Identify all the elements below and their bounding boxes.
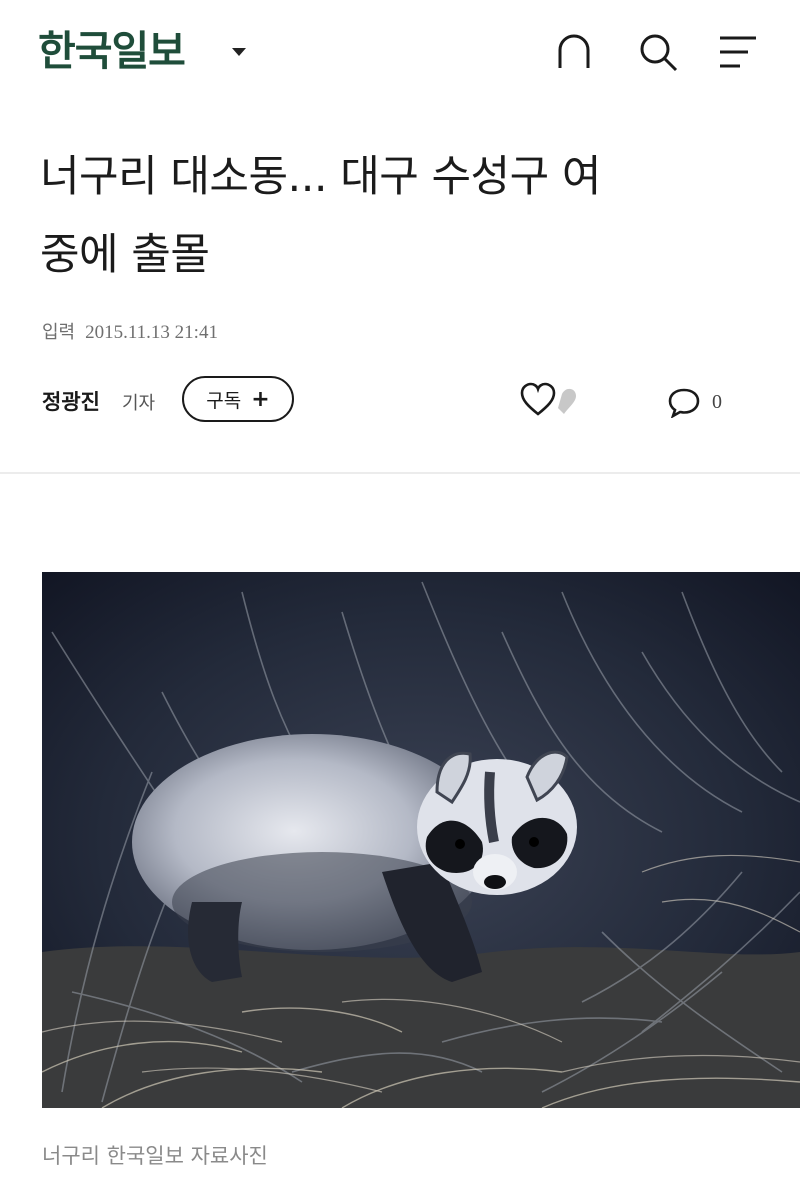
article-title-line2: 중에 출몰 bbox=[40, 230, 210, 280]
heart-icon bbox=[520, 382, 576, 416]
search-icon[interactable] bbox=[636, 30, 680, 74]
date-value: 2015.11.13 21:41 bbox=[85, 322, 218, 343]
article-title: 너구리 대소동... 대구 수성구 여 중에 출몰 bbox=[40, 138, 760, 294]
author-name[interactable]: 정광진 bbox=[42, 386, 100, 416]
comment-button[interactable]: 0 bbox=[666, 384, 722, 420]
like-button[interactable] bbox=[518, 380, 588, 420]
header-divider bbox=[0, 472, 800, 474]
date-label: 입력 bbox=[42, 322, 76, 343]
home-icon[interactable] bbox=[552, 30, 596, 74]
article-photo[interactable] bbox=[42, 572, 800, 1108]
top-bar: 한국일보 bbox=[0, 0, 800, 110]
comment-bubble-icon bbox=[668, 388, 700, 418]
plus-icon: + bbox=[251, 386, 270, 412]
subscribe-button[interactable]: 구독 + bbox=[182, 376, 294, 422]
author-row: 정광진 기자 구독 + 0 bbox=[42, 376, 762, 426]
comment-count: 0 bbox=[712, 390, 722, 413]
menu-icon[interactable] bbox=[716, 30, 760, 74]
site-logo[interactable]: 한국일보 bbox=[38, 26, 186, 76]
section-dropdown-caret-icon[interactable] bbox=[232, 48, 246, 56]
photo-caption: 너구리 한국일보 자료사진 bbox=[42, 1144, 268, 1168]
article-title-line1: 너구리 대소동... 대구 수성구 여 bbox=[40, 152, 601, 202]
raccoon-dog-photo bbox=[42, 572, 800, 1108]
publish-date: 입력 2015.11.13 21:41 bbox=[42, 318, 218, 344]
author-role: 기자 bbox=[122, 393, 156, 414]
subscribe-label: 구독 bbox=[206, 389, 242, 412]
